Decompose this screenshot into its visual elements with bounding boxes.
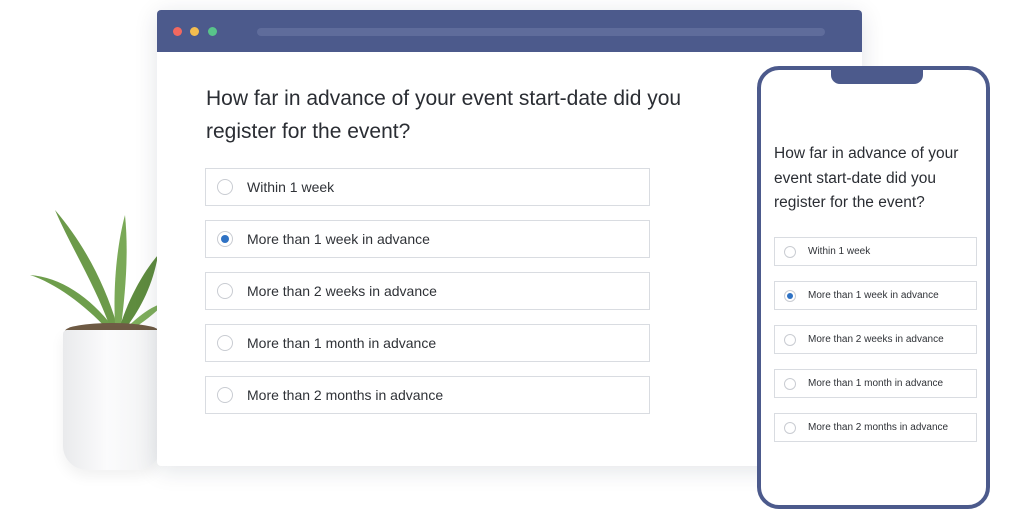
option-label: Within 1 week bbox=[247, 179, 335, 195]
mobile-option-within-1-week[interactable]: Within 1 week bbox=[774, 237, 977, 266]
option-more-than-2-weeks[interactable]: More than 2 weeks in advance bbox=[205, 272, 650, 310]
option-within-1-week[interactable]: Within 1 week bbox=[205, 168, 650, 206]
option-label: More than 2 weeks in advance bbox=[247, 283, 437, 299]
radio-unchecked-icon[interactable] bbox=[784, 377, 796, 390]
phone-notch bbox=[831, 66, 923, 84]
option-more-than-1-month[interactable]: More than 1 month in advance bbox=[205, 324, 650, 362]
mobile-option-more-than-2-months[interactable]: More than 2 months in advance bbox=[774, 413, 977, 442]
option-more-than-1-week[interactable]: More than 1 week in advance bbox=[205, 220, 650, 258]
mobile-option-more-than-1-week[interactable]: More than 1 week in advance bbox=[774, 281, 977, 310]
radio-unchecked-icon[interactable] bbox=[784, 333, 796, 346]
radio-unchecked-icon[interactable] bbox=[784, 421, 796, 434]
close-dot-icon[interactable] bbox=[173, 27, 182, 36]
option-label: More than 2 months in advance bbox=[808, 422, 949, 433]
option-label: Within 1 week bbox=[808, 246, 871, 257]
survey-question: How far in advance of your event start-d… bbox=[206, 87, 682, 143]
mobile-survey-question: How far in advance of your event start-d… bbox=[774, 145, 959, 211]
mobile-option-more-than-1-month[interactable]: More than 1 month in advance bbox=[774, 369, 977, 398]
browser-titlebar bbox=[157, 10, 862, 52]
radio-checked-icon[interactable] bbox=[784, 289, 796, 302]
address-bar[interactable] bbox=[257, 28, 825, 36]
mobile-option-more-than-2-weeks[interactable]: More than 2 weeks in advance bbox=[774, 325, 977, 354]
minimize-dot-icon[interactable] bbox=[190, 27, 199, 36]
option-label: More than 1 week in advance bbox=[808, 290, 939, 301]
plant-illustration bbox=[25, 205, 165, 485]
option-label: More than 1 month in advance bbox=[808, 378, 944, 389]
radio-unchecked-icon[interactable] bbox=[217, 179, 233, 195]
radio-unchecked-icon[interactable] bbox=[784, 245, 796, 258]
option-label: More than 1 month in advance bbox=[247, 335, 437, 351]
survey-options: Within 1 week More than 1 week in advanc… bbox=[205, 168, 650, 428]
option-label: More than 2 weeks in advance bbox=[808, 334, 944, 345]
maximize-dot-icon[interactable] bbox=[208, 27, 217, 36]
plant-pot bbox=[63, 330, 161, 470]
radio-checked-icon[interactable] bbox=[217, 231, 233, 247]
option-label: More than 2 months in advance bbox=[247, 387, 444, 403]
phone-frame: How far in advance of your event start-d… bbox=[757, 66, 990, 509]
mobile-survey-options: Within 1 week More than 1 week in advanc… bbox=[774, 237, 977, 457]
radio-unchecked-icon[interactable] bbox=[217, 387, 233, 403]
option-label: More than 1 week in advance bbox=[247, 231, 430, 247]
radio-unchecked-icon[interactable] bbox=[217, 335, 233, 351]
radio-unchecked-icon[interactable] bbox=[217, 283, 233, 299]
option-more-than-2-months[interactable]: More than 2 months in advance bbox=[205, 376, 650, 414]
